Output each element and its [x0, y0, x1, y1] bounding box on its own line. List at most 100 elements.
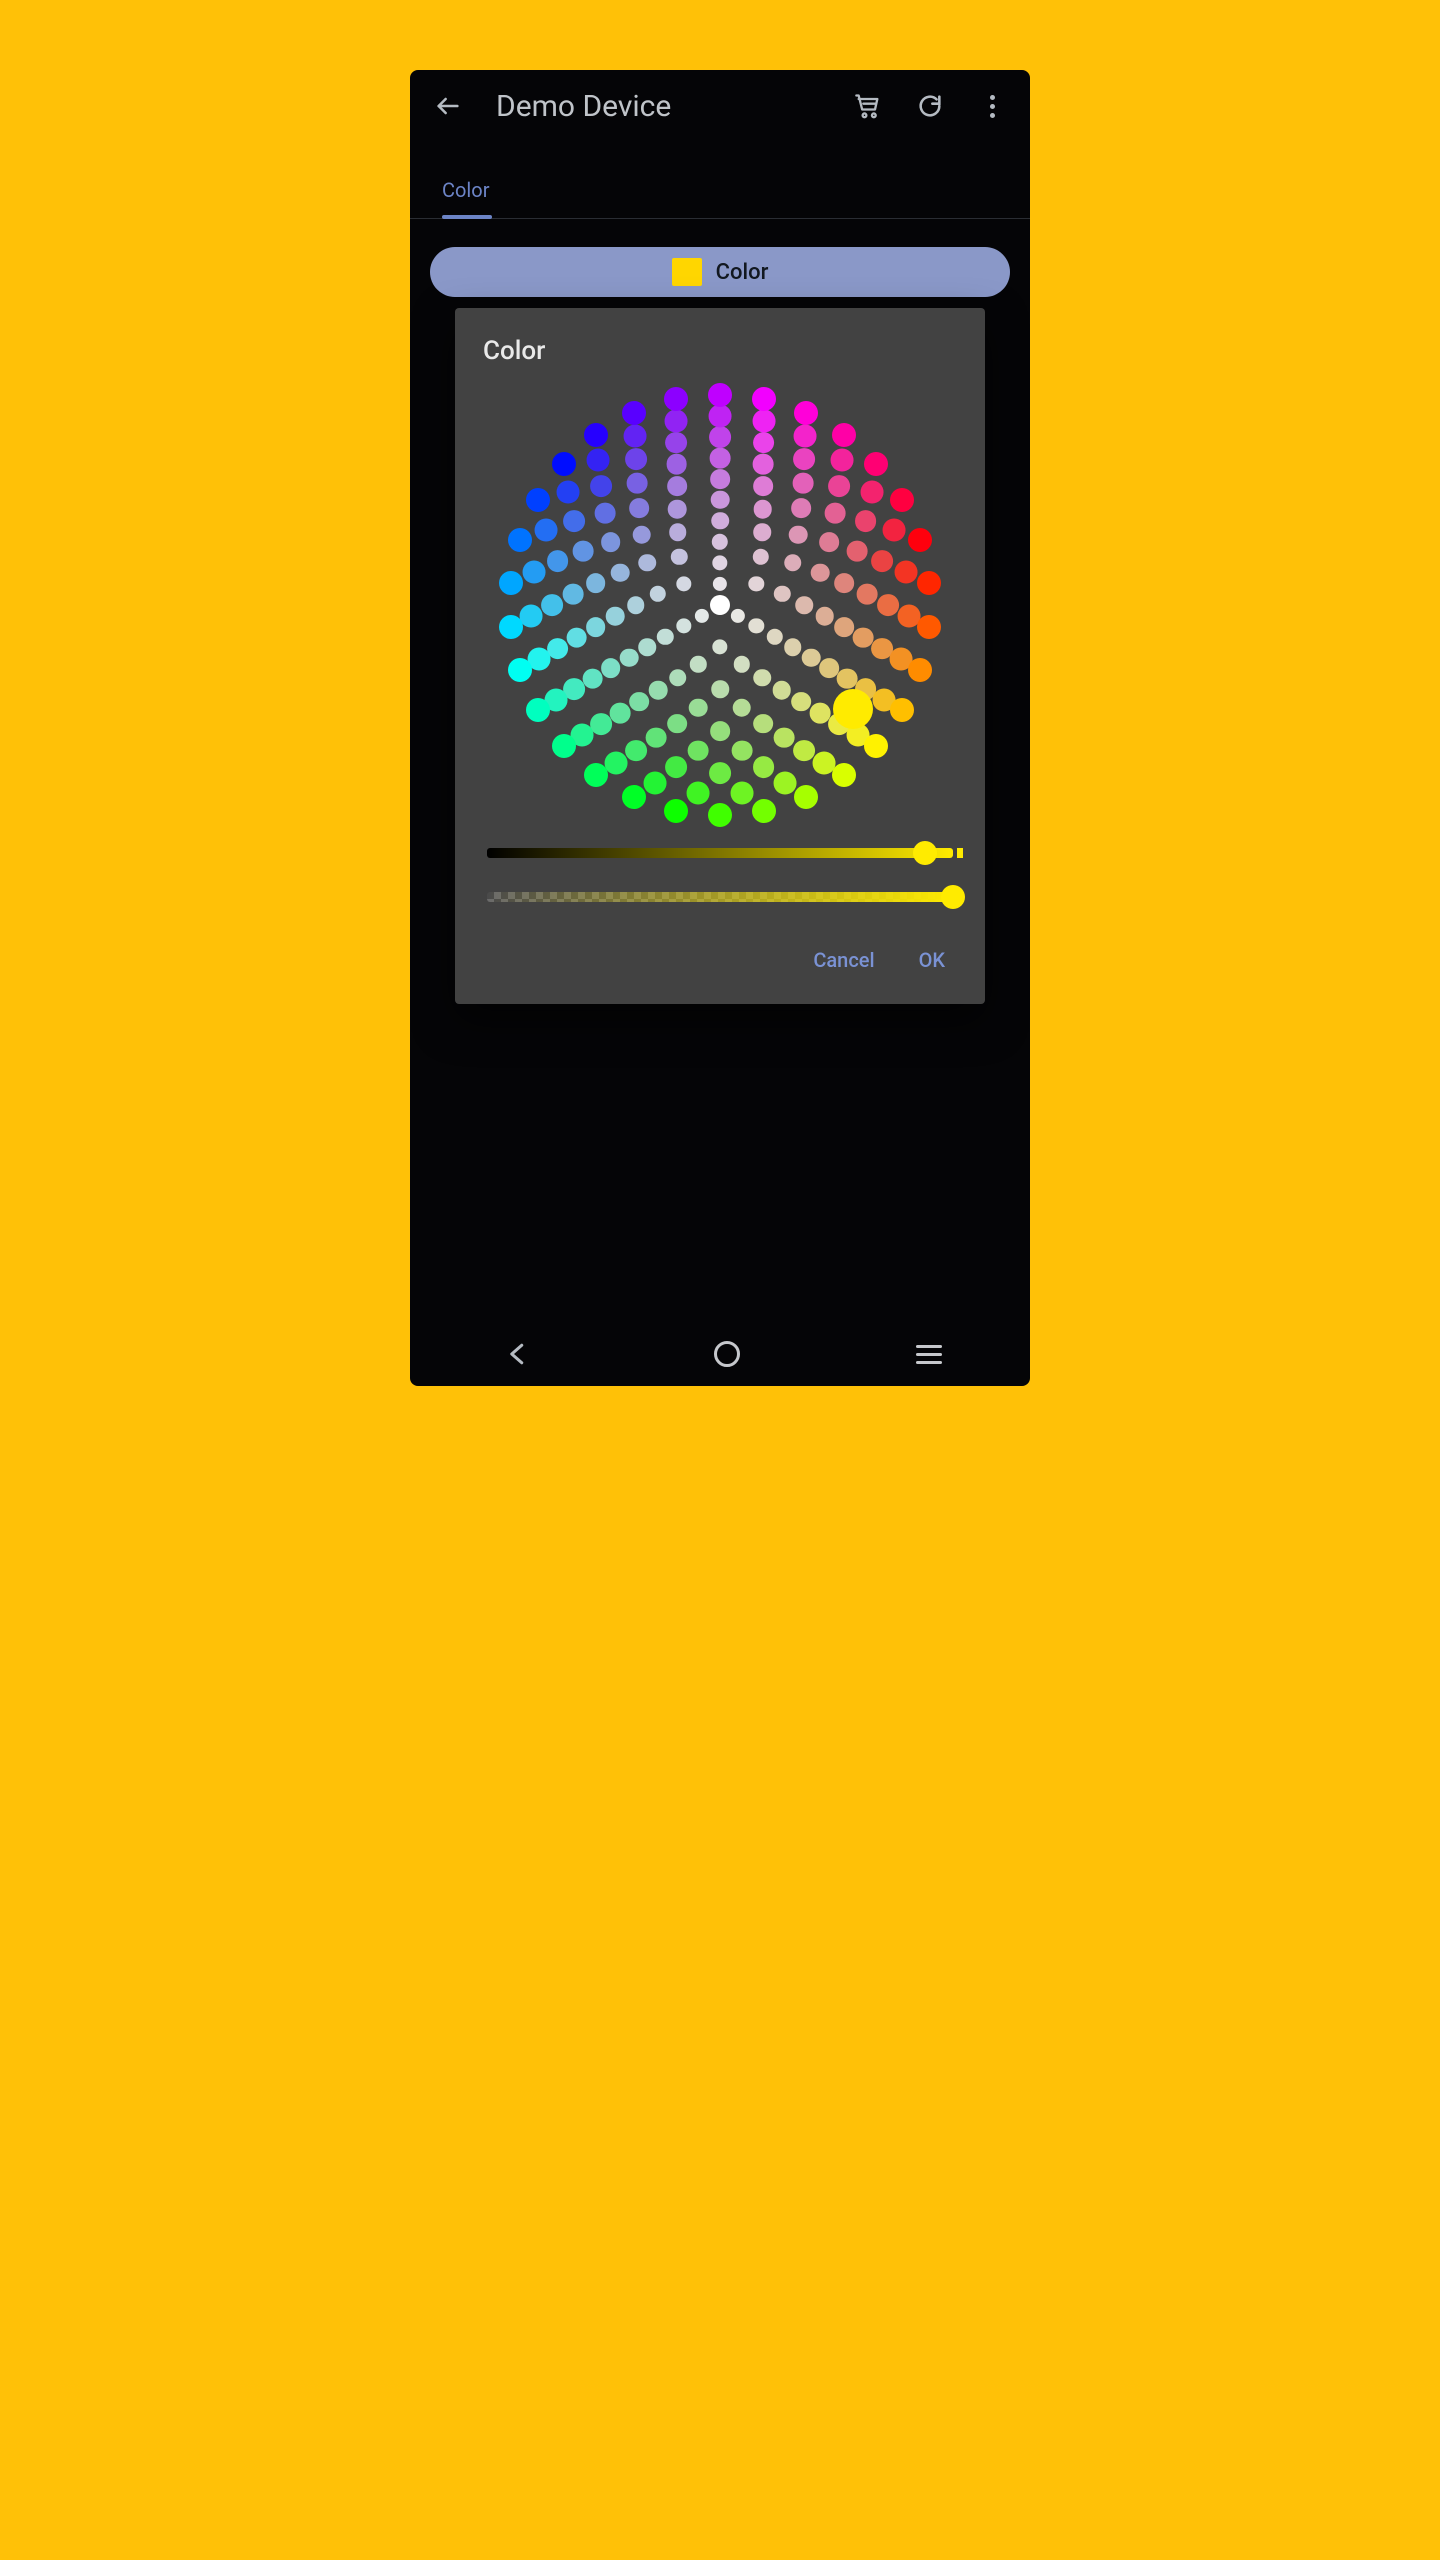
color-dot[interactable]: [834, 573, 854, 593]
color-dot[interactable]: [895, 561, 918, 584]
color-dot[interactable]: [671, 548, 687, 564]
color-dot[interactable]: [709, 426, 731, 448]
color-dot[interactable]: [766, 628, 782, 644]
color-dot[interactable]: [709, 762, 731, 784]
color-dot[interactable]: [629, 692, 649, 712]
color-dot[interactable]: [595, 503, 616, 524]
color-dot[interactable]: [853, 627, 874, 648]
color-dot[interactable]: [753, 669, 771, 687]
color-dot[interactable]: [695, 608, 709, 622]
color-dot[interactable]: [709, 404, 732, 427]
brightness-thumb[interactable]: [913, 841, 937, 865]
color-dot[interactable]: [664, 799, 688, 823]
color-dot[interactable]: [752, 799, 776, 823]
ok-button[interactable]: OK: [915, 942, 949, 978]
color-dot[interactable]: [855, 510, 877, 532]
color-dot[interactable]: [749, 576, 764, 591]
color-dot[interactable]: [676, 576, 691, 591]
color-dot[interactable]: [856, 584, 877, 605]
color-dot[interactable]: [890, 488, 914, 512]
color-dot[interactable]: [882, 519, 905, 542]
color-dot[interactable]: [590, 475, 612, 497]
color-dot[interactable]: [657, 628, 673, 644]
refresh-icon[interactable]: [910, 86, 950, 126]
color-dot[interactable]: [563, 510, 585, 532]
color-dot[interactable]: [752, 387, 776, 411]
color-dot[interactable]: [712, 534, 728, 550]
color-dot[interactable]: [688, 740, 709, 761]
back-icon[interactable]: [428, 86, 468, 126]
color-dot[interactable]: [710, 469, 730, 489]
color-dot[interactable]: [789, 525, 808, 544]
color-dot[interactable]: [586, 573, 606, 593]
color-dot[interactable]: [802, 648, 821, 667]
color-dot[interactable]: [752, 409, 775, 432]
color-dot[interactable]: [731, 608, 745, 622]
color-dot[interactable]: [669, 523, 687, 541]
color-dot[interactable]: [732, 740, 753, 761]
color-dot[interactable]: [830, 449, 853, 472]
color-dot[interactable]: [834, 617, 854, 637]
color-dot[interactable]: [860, 481, 883, 504]
color-dot[interactable]: [908, 528, 932, 552]
color-dot[interactable]: [753, 454, 774, 475]
color-dot[interactable]: [795, 596, 813, 614]
color-dot[interactable]: [665, 409, 688, 432]
color-dot[interactable]: [791, 499, 811, 519]
color-dot[interactable]: [753, 714, 773, 734]
color-dot[interactable]: [819, 658, 839, 678]
color-dot[interactable]: [773, 727, 794, 748]
color-dot[interactable]: [666, 432, 688, 454]
color-dot[interactable]: [708, 383, 732, 407]
color-dot[interactable]: [712, 555, 727, 570]
cancel-button[interactable]: Cancel: [809, 942, 878, 978]
color-dot[interactable]: [627, 473, 648, 494]
color-dot[interactable]: [794, 401, 818, 425]
color-dot[interactable]: [563, 584, 584, 605]
color-dot[interactable]: [499, 571, 523, 595]
color-dot[interactable]: [633, 525, 652, 544]
color-dot[interactable]: [667, 714, 687, 734]
color-dot[interactable]: [547, 551, 569, 573]
color-dot[interactable]: [644, 771, 667, 794]
color-dot[interactable]: [526, 488, 550, 512]
brightness-slider[interactable]: [487, 848, 953, 858]
color-dot[interactable]: [499, 615, 523, 639]
color-dot[interactable]: [825, 503, 846, 524]
color-dot[interactable]: [508, 528, 532, 552]
color-dot[interactable]: [752, 548, 768, 564]
color-dot[interactable]: [522, 561, 545, 584]
color-dot[interactable]: [908, 658, 932, 682]
color-dot[interactable]: [535, 519, 558, 542]
color-dot[interactable]: [731, 781, 754, 804]
color-dot[interactable]: [784, 554, 802, 572]
color-dot[interactable]: [625, 448, 647, 470]
color-dot[interactable]: [622, 401, 646, 425]
color-dot[interactable]: [508, 658, 532, 682]
color-dot[interactable]: [610, 703, 631, 724]
color-dot[interactable]: [582, 668, 603, 689]
color-chip[interactable]: Color: [430, 247, 1010, 297]
color-dot[interactable]: [541, 594, 563, 616]
color-dot[interactable]: [666, 757, 688, 779]
color-dot[interactable]: [753, 523, 771, 541]
color-dot[interactable]: [622, 785, 646, 809]
color-dot[interactable]: [649, 681, 668, 700]
color-dot[interactable]: [629, 499, 649, 519]
color-dot[interactable]: [711, 512, 729, 530]
color-dot[interactable]: [625, 740, 647, 762]
color-dot[interactable]: [566, 627, 587, 648]
overflow-icon[interactable]: [972, 86, 1012, 126]
color-dot[interactable]: [690, 656, 706, 672]
color-dot[interactable]: [676, 618, 691, 633]
color-dot[interactable]: [793, 424, 816, 447]
color-dot[interactable]: [552, 452, 576, 476]
opacity-slider[interactable]: [487, 892, 953, 902]
color-dot[interactable]: [584, 763, 608, 787]
color-dot[interactable]: [646, 727, 667, 748]
selected-color-indicator[interactable]: [833, 689, 873, 729]
color-dot[interactable]: [586, 617, 606, 637]
color-dot[interactable]: [794, 785, 818, 809]
color-dot[interactable]: [753, 432, 775, 454]
color-wheel[interactable]: [501, 386, 939, 824]
